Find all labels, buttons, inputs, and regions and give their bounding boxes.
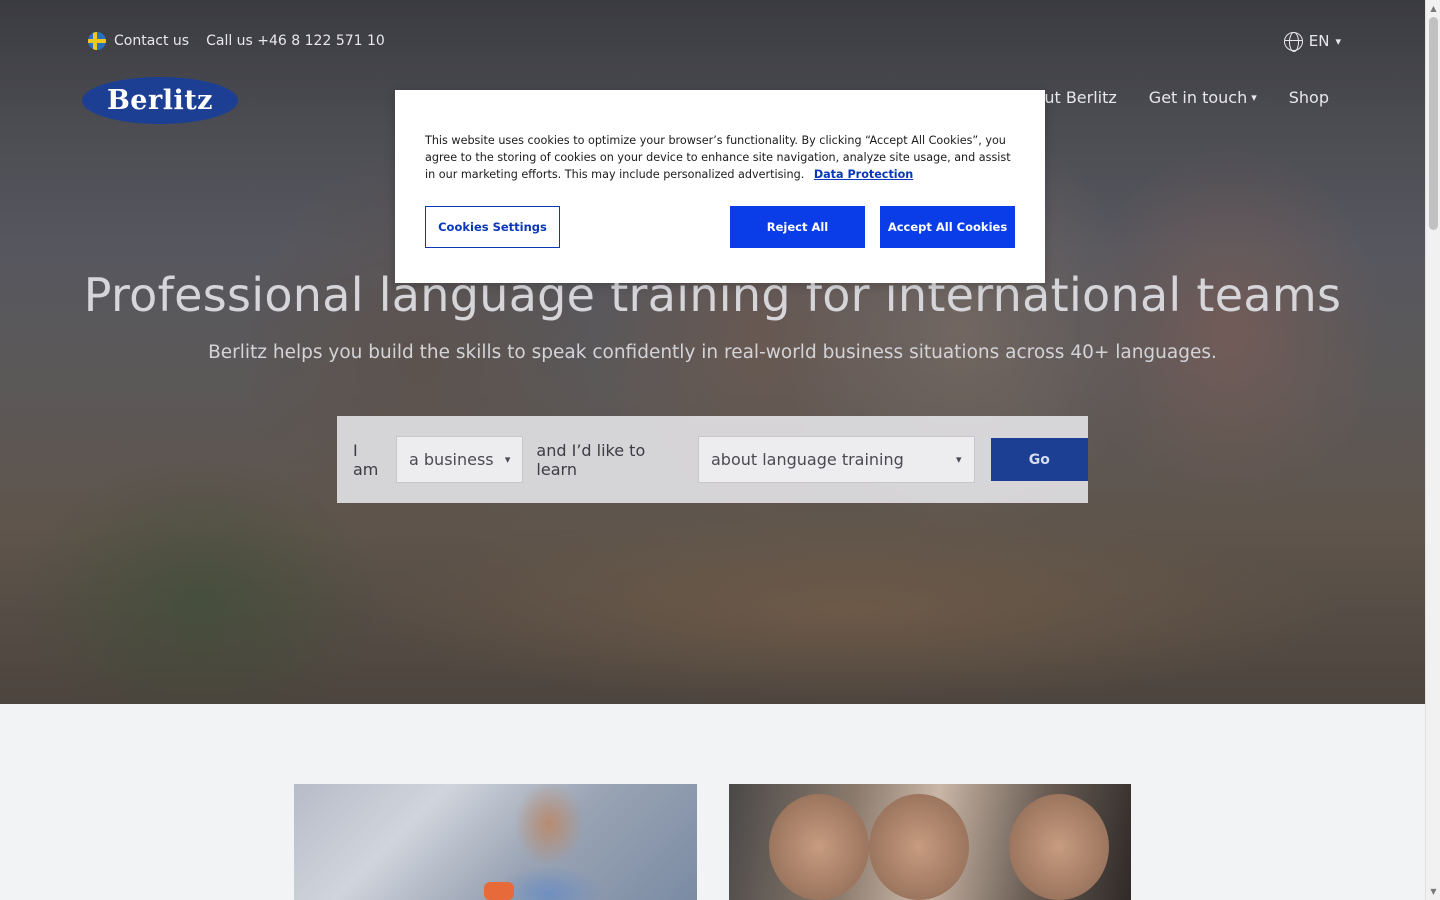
cookie-consent-dialog: This website uses cookies to optimize yo… [395,90,1045,283]
phone-link[interactable]: Call us +46 8 122 571 10 [206,33,385,49]
nav-item-get-in-touch[interactable]: Get in touch ▾ [1149,88,1257,107]
cookie-consent-text: This website uses cookies to optimize yo… [425,132,1015,183]
scroll-down-arrow-icon[interactable]: ▼ [1429,887,1438,896]
cookies-settings-button[interactable]: Cookies Settings [425,206,560,248]
topic-select-value: about language training [710,450,904,469]
sweden-flag-icon [88,32,106,50]
reject-all-button[interactable]: Reject All [730,206,865,248]
data-protection-link[interactable]: Data Protection [814,168,913,181]
chevron-down-icon: ▾ [504,453,511,466]
audience-select[interactable]: a business ▾ [396,436,524,483]
topic-select[interactable]: about language training ▾ [697,436,975,483]
person-image [1009,794,1109,900]
finder-label-learn: and I’d like to learn [536,440,646,479]
scrollbar-thumb[interactable] [1429,17,1438,230]
feature-card-image[interactable] [729,784,1131,900]
globe-icon [1283,31,1303,52]
language-label: EN [1308,32,1330,50]
course-finder: I am a business ▾ and I’d like to learn … [337,416,1088,503]
nav-item-label: Get in touch [1148,88,1248,107]
chevron-down-icon: ▾ [956,453,962,466]
go-button[interactable]: Go [990,438,1088,481]
accept-all-cookies-button[interactable]: Accept All Cookies [880,206,1015,248]
finder-label-i-am: I am [353,440,379,479]
scroll-up-arrow-icon[interactable]: ▲ [1429,4,1438,13]
nav-item-label: Shop [1288,88,1329,107]
vertical-scrollbar[interactable]: ▲ ▼ [1425,0,1440,900]
person-image [769,794,869,900]
berlitz-logo[interactable]: Berlitz [82,77,238,124]
chevron-down-icon: ▾ [1335,34,1341,48]
cookie-consent-body: This website uses cookies to optimize yo… [425,134,1011,181]
audience-select-value: a business [409,450,494,469]
nav-item-shop[interactable]: Shop [1289,88,1329,107]
feature-card-image[interactable] [294,784,697,900]
chevron-down-icon: ▾ [1251,91,1257,104]
contact-us-link[interactable]: Contact us [114,33,189,49]
hero-subheadline: Berlitz helps you build the skills to sp… [208,342,1217,363]
top-bar: Contact us Call us +46 8 122 571 10 EN ▾ [88,28,1341,54]
language-selector[interactable]: EN ▾ [1283,31,1341,52]
phone-shape [484,882,514,900]
person-image [869,794,969,900]
main-nav: About Berlitz Get in touch ▾ Shop [1013,88,1329,107]
